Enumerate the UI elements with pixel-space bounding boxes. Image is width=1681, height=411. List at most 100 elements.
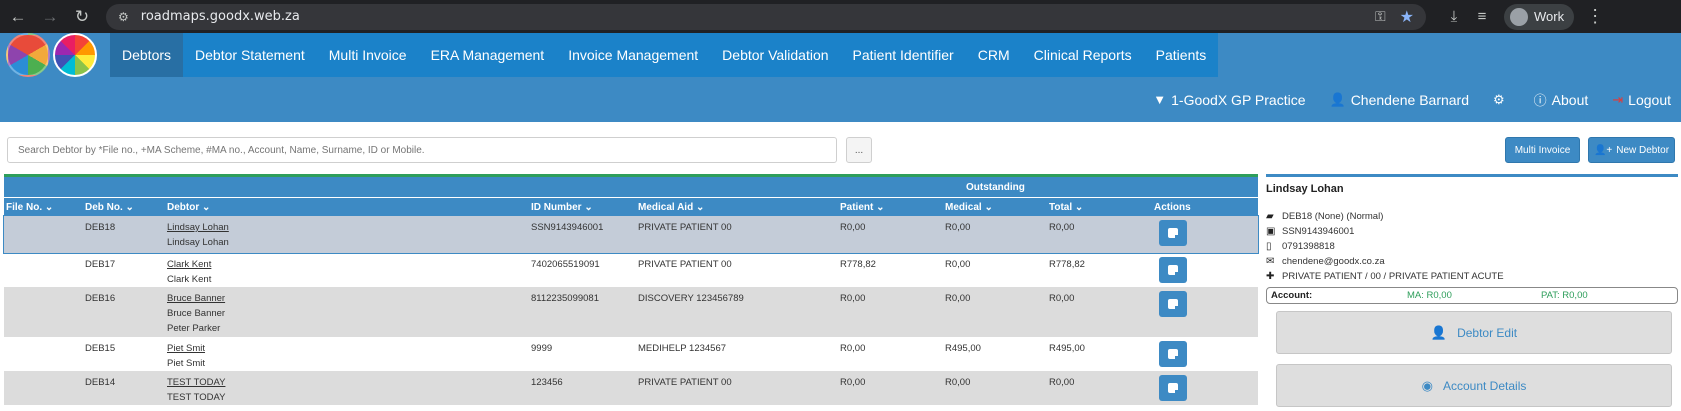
id-card-icon: ▣: [1266, 226, 1276, 237]
col-deb-no[interactable]: Deb No. ⌄: [85, 202, 134, 213]
nav-item-invoice-management[interactable]: Invoice Management: [556, 33, 710, 77]
reload-icon[interactable]: ↻: [68, 3, 96, 31]
address-bar[interactable]: ⚙ roadmaps.goodx.web.za ⚿ ★: [106, 3, 1426, 30]
user-menu[interactable]: 👤 Chendene Barnard: [1330, 92, 1470, 108]
debtor-name-link[interactable]: TEST TODAY: [167, 377, 225, 388]
nav-item-patients[interactable]: Patients: [1144, 33, 1219, 77]
settings-button[interactable]: ⚙: [1493, 92, 1510, 108]
account-label: Account:: [1271, 290, 1313, 301]
col-file-no[interactable]: File No. ⌄: [6, 202, 53, 213]
patient-name: Piet Smit: [167, 358, 206, 369]
id-number-cell: 7402065519091: [531, 259, 600, 270]
multi-invoice-button[interactable]: Multi Invoice: [1505, 137, 1580, 163]
nav-item-era-management[interactable]: ERA Management: [419, 33, 557, 77]
nav-item-patient-identifier[interactable]: Patient Identifier: [841, 33, 966, 77]
practice-name: 1-GoodX GP Practice: [1171, 91, 1306, 108]
pat-balance: PAT: R0,00: [1541, 290, 1588, 301]
nav-item-debtor-validation[interactable]: Debtor Validation: [710, 33, 840, 77]
about-label: About: [1551, 91, 1589, 108]
password-key-icon[interactable]: ⚿: [1375, 8, 1386, 25]
table-row[interactable]: DEB16 Bruce Banner Bruce Banner Peter Pa…: [4, 287, 1258, 337]
medical-kit-icon: ✚: [1266, 271, 1275, 282]
col-medical-aid[interactable]: Medical Aid ⌄: [638, 202, 704, 213]
info-deb-text: DEB18 (None) (Normal): [1282, 211, 1384, 222]
more-menu-icon[interactable]: ⋮: [1586, 6, 1604, 27]
caret-down-icon: ▼: [1153, 92, 1167, 107]
col-id-number[interactable]: ID Number ⌄: [531, 202, 593, 213]
bookmark-star-icon[interactable]: ★: [1400, 7, 1414, 27]
more-options-button[interactable]: ...: [846, 137, 872, 163]
col-medical[interactable]: Medical ⌄: [945, 202, 993, 213]
debtor-name-link[interactable]: Clark Kent: [167, 259, 211, 270]
table-row[interactable]: DEB15 Piet Smit Piet Smit 9999 MEDIHELP …: [4, 337, 1258, 371]
debtor-name-link[interactable]: Lindsay Lohan: [167, 222, 229, 233]
search-input[interactable]: [7, 137, 837, 163]
medical-amount-cell: R0,00: [945, 377, 971, 388]
logout-button[interactable]: ⇥ Logout: [1612, 92, 1671, 108]
envelope-icon: ✉: [1266, 256, 1275, 267]
roadmaps-logo[interactable]: [53, 33, 97, 77]
col-patient[interactable]: Patient ⌄: [840, 202, 885, 213]
patient-name: Bruce Banner: [167, 308, 226, 319]
search-row: ... Multi Invoice 👤+ New Debtor: [0, 122, 1681, 174]
medical-aid-cell: DISCOVERY 123456789: [638, 293, 744, 304]
note-icon: [1168, 349, 1179, 360]
info-email-text: chendene@goodx.co.za: [1282, 256, 1385, 267]
debtor-name-link[interactable]: Bruce Banner: [167, 293, 225, 304]
profile-button[interactable]: Work: [1504, 3, 1575, 30]
table-group-header: Outstanding: [4, 177, 1258, 197]
row-action-button[interactable]: [1159, 341, 1187, 367]
new-debtor-button[interactable]: 👤+ New Debtor: [1588, 137, 1675, 163]
info-phone: ▯ 0791398818: [1266, 239, 1678, 254]
nav-item-clinical-reports[interactable]: Clinical Reports: [1022, 33, 1144, 77]
col-debtor[interactable]: Debtor ⌄: [167, 202, 210, 213]
profile-label: Work: [1534, 9, 1565, 24]
reading-list-icon[interactable]: ≡: [1468, 8, 1496, 25]
panel-top-border: [1266, 174, 1678, 177]
medical-amount-cell: R0,00: [945, 222, 971, 233]
goodx-logo[interactable]: [6, 33, 50, 77]
row-action-button[interactable]: [1159, 375, 1187, 401]
url-text[interactable]: roadmaps.goodx.web.za: [141, 9, 1375, 24]
table-row[interactable]: DEB14 TEST TODAY TEST TODAY 123456 PRIVA…: [4, 371, 1258, 405]
nav-item-debtors[interactable]: Debtors: [110, 33, 184, 77]
table-row[interactable]: DEB18 Lindsay Lohan Lindsay Lohan SSN914…: [3, 215, 1259, 254]
total-amount-cell: R778,82: [1049, 259, 1085, 270]
site-settings-icon[interactable]: ⚙: [118, 10, 129, 24]
debtor-name-link[interactable]: Piet Smit: [167, 343, 205, 354]
user-name: Chendene Barnard: [1350, 91, 1469, 108]
back-icon[interactable]: ←: [4, 3, 32, 31]
total-amount-cell: R0,00: [1049, 377, 1075, 388]
logout-icon: ⇥: [1612, 91, 1624, 107]
browser-toolbar: ← → ↻ ⚙ roadmaps.goodx.web.za ⚿ ★ ⤓ ≡ Wo…: [0, 0, 1681, 33]
about-button[interactable]: ⓘ About: [1534, 90, 1589, 109]
user-circle-icon: ◉: [1421, 377, 1433, 393]
account-details-button[interactable]: ◉ Account Details: [1276, 364, 1672, 407]
debtor-table: Outstanding File No. ⌄ Deb No. ⌄ Debtor …: [3, 174, 1259, 405]
col-total[interactable]: Total ⌄: [1049, 202, 1083, 213]
medical-aid-cell: PRIVATE PATIENT 00: [638, 377, 732, 388]
nav-item-crm[interactable]: CRM: [966, 33, 1022, 77]
debtor-edit-button[interactable]: 👤 Debtor Edit: [1276, 311, 1672, 354]
medical-aid-cell: PRIVATE PATIENT 00: [638, 259, 732, 270]
practice-selector[interactable]: ▼ 1-GoodX GP Practice: [1153, 92, 1305, 108]
patient-name: Peter Parker: [167, 323, 221, 334]
id-number-cell: 8112235099081: [531, 293, 599, 304]
gear-icon: ⚙: [1493, 91, 1505, 107]
debtor-cell: Bruce Banner Bruce Banner Peter Parker: [167, 293, 225, 334]
main-nav: Debtors Debtor Statement Multi Invoice E…: [110, 33, 1219, 77]
nav-item-multi-invoice[interactable]: Multi Invoice: [317, 33, 419, 77]
nav-item-debtor-statement[interactable]: Debtor Statement: [183, 33, 317, 77]
logout-label: Logout: [1628, 91, 1671, 108]
deb-no-cell: DEB16: [85, 293, 116, 304]
info-phone-text: 0791398818: [1282, 241, 1335, 252]
row-action-button[interactable]: [1159, 220, 1187, 246]
row-action-button[interactable]: [1159, 291, 1187, 317]
deb-no-cell: DEB17: [85, 259, 116, 270]
logo-group: [0, 33, 110, 77]
table-row[interactable]: DEB17 Clark Kent Clark Kent 740206551909…: [4, 253, 1258, 287]
download-icon[interactable]: ⤓: [1440, 8, 1468, 25]
row-action-button[interactable]: [1159, 257, 1187, 283]
add-user-icon: 👤+: [1593, 144, 1613, 156]
forward-icon[interactable]: →: [36, 3, 64, 31]
